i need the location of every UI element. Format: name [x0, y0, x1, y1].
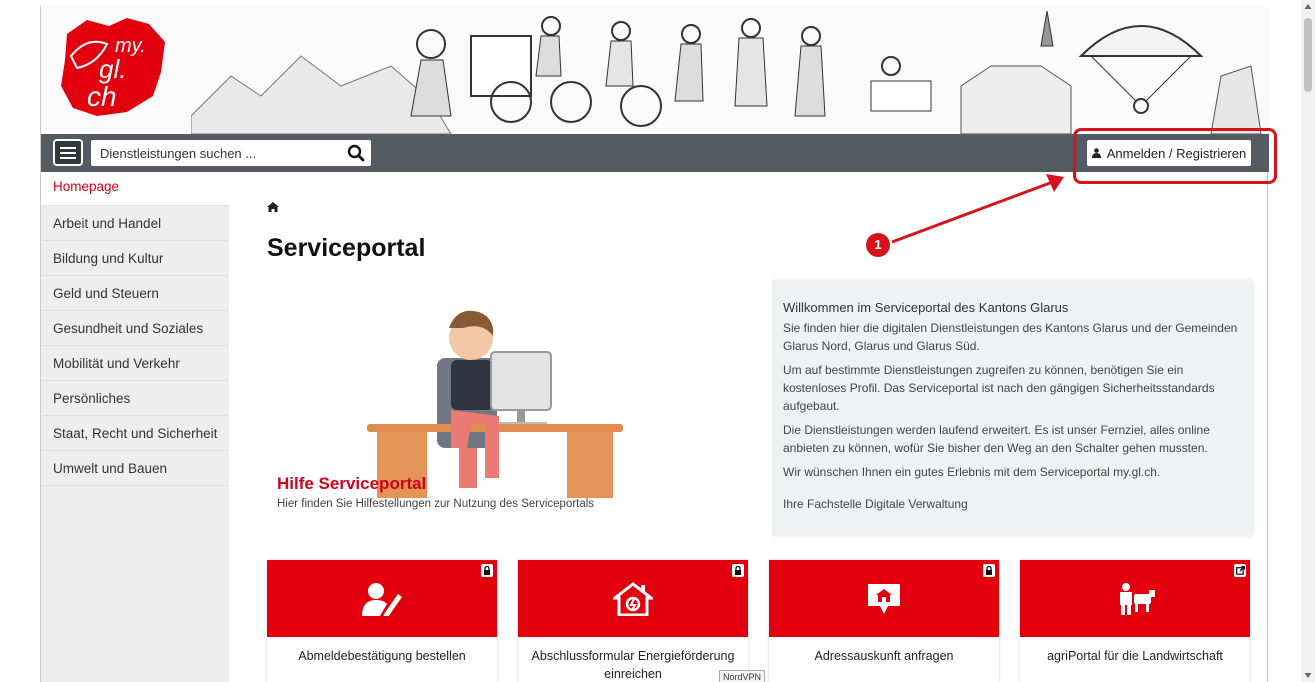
sidebar-item-umwelt-und-bauen[interactable]: Umwelt und Bauen	[41, 451, 229, 486]
sidebar-item-staat-recht-und-sicherheit[interactable]: Staat, Recht und Sicherheit	[41, 416, 229, 451]
tile-header	[518, 560, 748, 637]
tile-label: Adressauskunft anfragen	[814, 649, 954, 663]
person-at-computer-illustration	[367, 310, 623, 498]
lock-icon	[732, 564, 744, 577]
annotation-step-number: 1	[866, 233, 890, 257]
tile-label: agriPortal für die Landwirtschaft	[1047, 649, 1223, 663]
annotation-arrow	[891, 174, 1064, 244]
scrollbar-thumb[interactable]	[1304, 18, 1312, 92]
welcome-paragraph-3: Die Dienstleistungen werden laufend erwe…	[783, 423, 1210, 455]
header-illustration	[191, 10, 1262, 134]
tile-label: Abschlussformular Energieförderung einre…	[531, 649, 735, 681]
welcome-paragraph-1: Sie finden hier die digitalen Dienstleis…	[783, 321, 1238, 353]
tile-header	[1020, 560, 1250, 637]
hamburger-menu-button[interactable]	[53, 139, 83, 166]
user-edit-icon	[362, 583, 402, 616]
my-gl-ch-logo[interactable]: my. gl. ch	[57, 16, 169, 120]
welcome-paragraph-4: Wir wünschen Ihnen ein gutes Erlebnis mi…	[783, 465, 1161, 479]
nordvpn-tooltip: NordVPN	[719, 670, 766, 682]
page-title: Serviceportal	[267, 234, 426, 262]
lock-icon	[983, 564, 995, 577]
tile-label: Abmeldebestätigung bestellen	[298, 649, 466, 663]
scroll-up-arrow-icon[interactable]	[1304, 3, 1312, 11]
tile-header	[267, 560, 497, 637]
category-sidebar: Homepage Arbeit und Handel Bildung und K…	[41, 172, 229, 682]
sidebar-item-homepage[interactable]: Homepage	[41, 172, 229, 206]
annotation-highlight-box	[1073, 128, 1277, 184]
header-banner: my. gl. ch	[41, 6, 1269, 134]
service-tile-abmeldebestaetigung[interactable]: Abmeldebestätigung bestellen	[267, 560, 497, 682]
service-tile-adressauskunft[interactable]: Adressauskunft anfragen	[769, 560, 999, 682]
energy-house-icon	[613, 582, 653, 616]
welcome-signature: Ihre Fachstelle Digitale Verwaltung	[783, 497, 968, 511]
farmer-cow-icon	[1120, 583, 1155, 615]
help-subtitle: Hier finden Sie Hilfestellungen zur Nutz…	[277, 498, 595, 510]
home-icon[interactable]	[267, 202, 279, 212]
page-frame: my. gl. ch Dienstleistungen suchen ... A…	[40, 6, 1269, 682]
sidebar-item-geld-und-steuern[interactable]: Geld und Steuern	[41, 276, 229, 311]
welcome-title: Willkommen im Serviceportal des Kantons …	[783, 300, 1069, 315]
svg-text:gl.: gl.	[99, 54, 126, 84]
scroll-down-arrow-icon[interactable]	[1304, 671, 1312, 679]
lock-icon	[481, 564, 493, 577]
sidebar-item-persoenliches[interactable]: Persönliches	[41, 381, 229, 416]
vertical-scrollbar[interactable]	[1301, 0, 1315, 682]
sidebar-item-bildung-und-kultur[interactable]: Bildung und Kultur	[41, 241, 229, 276]
service-tile-agriportal[interactable]: agriPortal für die Landwirtschaft	[1020, 560, 1250, 682]
service-tile-energiefoerderung[interactable]: Abschlussformular Energieförderung einre…	[518, 560, 748, 682]
sidebar-item-arbeit-und-handel[interactable]: Arbeit und Handel	[41, 206, 229, 241]
help-card[interactable]: Hilfe Serviceportal Hier finden Sie Hilf…	[267, 284, 623, 524]
sidebar-item-gesundheit-und-soziales[interactable]: Gesundheit und Soziales	[41, 311, 229, 346]
main-content: Serviceportal Hilfe Serviceportal Hier f…	[229, 172, 1269, 682]
search-icon[interactable]	[347, 144, 365, 162]
external-link-icon	[1234, 564, 1246, 577]
search-input[interactable]	[91, 140, 339, 166]
sidebar-item-mobilitaet-und-verkehr[interactable]: Mobilität und Verkehr	[41, 346, 229, 381]
svg-text:ch: ch	[87, 81, 117, 112]
tile-header	[769, 560, 999, 637]
welcome-panel: Willkommen im Serviceportal des Kantons …	[772, 279, 1254, 537]
help-title: Hilfe Serviceportal	[277, 474, 427, 493]
welcome-paragraph-2: Um auf bestimmte Dienstleistungen zugrei…	[783, 363, 1215, 413]
search-box	[91, 140, 371, 166]
address-bubble-icon	[868, 584, 900, 614]
